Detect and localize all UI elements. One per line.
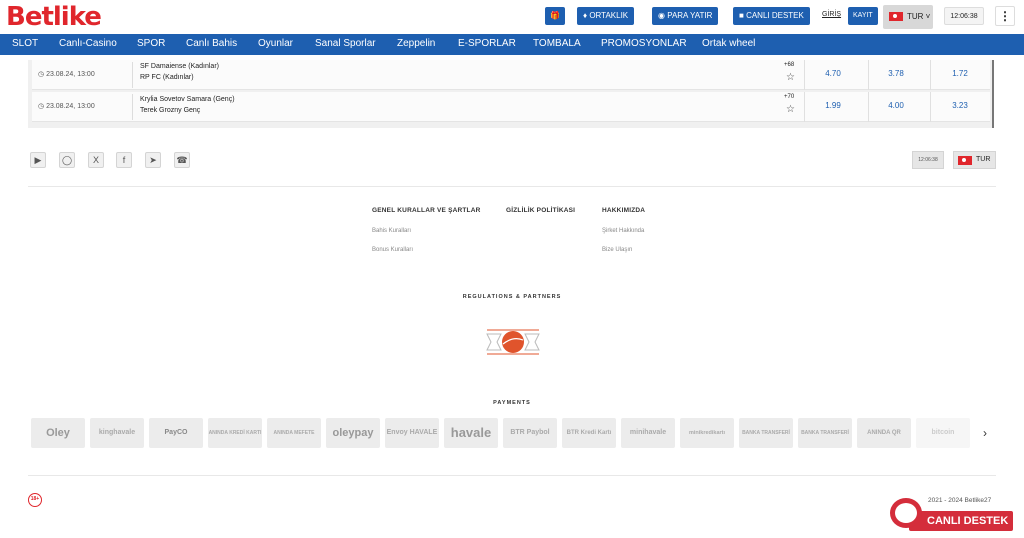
- payment-logo[interactable]: BANKA TRANSFERİ: [798, 418, 852, 448]
- payment-logo[interactable]: minikredikartı: [680, 418, 734, 448]
- nav-item[interactable]: Oyunlar: [258, 38, 293, 49]
- para-yatir-button[interactable]: ◉ PARA YATIR: [652, 7, 719, 25]
- payment-logo[interactable]: ANINDA MEFETE: [267, 418, 321, 448]
- age-18-badge: 18+: [28, 493, 42, 507]
- match-row[interactable]: ◷ 23.08.24, 13:00 SF Damaiense (Kadınlar…: [32, 60, 990, 90]
- home-team: SF Damaiense (Kadınlar): [140, 63, 219, 70]
- footer-clock: 12:06:38: [912, 151, 944, 169]
- clock-icon: ◷: [38, 103, 47, 110]
- odd-x[interactable]: 4.00: [866, 101, 926, 110]
- odd-2[interactable]: 1.72: [930, 69, 990, 78]
- odd-1[interactable]: 1.99: [803, 101, 863, 110]
- youtube-icon[interactable]: ▶: [30, 152, 46, 168]
- turkey-flag-icon: [889, 12, 903, 21]
- chevron-down-icon: ˅: [923, 12, 931, 21]
- divider: [132, 62, 133, 88]
- nav-item[interactable]: SLOT: [12, 38, 38, 49]
- payment-logo[interactable]: ANINDA QR: [857, 418, 911, 448]
- away-team: RP FC (Kadınlar): [140, 74, 194, 81]
- regulations-title: REGULATIONS & PARTNERS: [462, 294, 562, 300]
- footer-col-title[interactable]: HAKKIMIZDA: [602, 207, 645, 214]
- gift-icon[interactable]: 🎁: [545, 7, 565, 25]
- support-icon: ■: [739, 11, 747, 20]
- match-date: ◷ 23.08.24, 13:00: [38, 103, 95, 110]
- odd-2[interactable]: 3.23: [930, 101, 990, 110]
- main-nav: SLOT Canlı-Casino SPOR Canlı Bahis Oyunl…: [0, 34, 1024, 55]
- footer-col-title[interactable]: GENEL KURALLAR VE ŞARTLAR: [372, 207, 481, 214]
- chevron-right-icon[interactable]: ›: [974, 418, 996, 448]
- payments-title: PAYMENTS: [493, 400, 531, 406]
- payment-logo[interactable]: kinghavale: [90, 418, 144, 448]
- divider: [132, 94, 133, 120]
- wallet-icon: ◉: [658, 11, 668, 20]
- payment-logo[interactable]: Envoy HAVALE: [385, 418, 439, 448]
- ortaklik-button[interactable]: ♦ ORTAKLIK: [577, 7, 635, 25]
- nav-item[interactable]: Ortak wheel: [702, 38, 755, 49]
- payment-logo[interactable]: minihavale: [621, 418, 675, 448]
- more-markets[interactable]: +68: [784, 62, 794, 68]
- footer-language-select[interactable]: TUR: [953, 151, 996, 169]
- nav-item[interactable]: Canlı Bahis: [186, 38, 237, 49]
- match-row[interactable]: ◷ 23.08.24, 13:00 Krylia Sovetov Samara …: [32, 92, 990, 122]
- language-select[interactable]: TUR ˅: [883, 5, 933, 29]
- payment-logo[interactable]: havale: [444, 418, 498, 448]
- more-markets[interactable]: +70: [784, 94, 794, 100]
- payment-logo[interactable]: BTR Kredi Kartı: [562, 418, 616, 448]
- facebook-icon[interactable]: f: [116, 152, 132, 168]
- nav-item[interactable]: TOMBALA: [533, 38, 581, 49]
- payment-logo[interactable]: BTR Paybol: [503, 418, 557, 448]
- footer-col-title[interactable]: GİZLİLİK POLİTİKASI: [506, 207, 575, 214]
- away-team: Terek Grozny Genç: [140, 107, 201, 114]
- footer-link[interactable]: Bahis Kuralları: [372, 228, 411, 234]
- home-team: Krylia Sovetov Samara (Genç): [140, 96, 235, 103]
- canli-destek-button[interactable]: ■ CANLI DESTEK: [733, 7, 810, 25]
- divider: [28, 475, 996, 476]
- payment-logo[interactable]: BANKA TRANSFERİ: [739, 418, 793, 448]
- more-menu-icon[interactable]: ⋮: [995, 6, 1015, 26]
- nav-item[interactable]: Zeppelin: [397, 38, 435, 49]
- instagram-icon[interactable]: ◯: [59, 152, 75, 168]
- footer-link[interactable]: Şirket Hakkında: [602, 228, 644, 234]
- payment-logo[interactable]: bitcoin: [916, 418, 970, 448]
- payment-logo[interactable]: Oley: [31, 418, 85, 448]
- match-list: ◷ 23.08.24, 13:00 SF Damaiense (Kadınlar…: [28, 60, 994, 128]
- payment-logo[interactable]: oleypay: [326, 418, 380, 448]
- live-support-widget[interactable]: CANLI DESTEK: [883, 498, 1018, 536]
- live-support-label: CANLI DESTEK: [909, 511, 1013, 531]
- clock-icon: ◷: [38, 71, 47, 78]
- x-twitter-icon[interactable]: X: [88, 152, 104, 168]
- payment-logo[interactable]: ANINDA KREDİ KARTI: [208, 418, 262, 448]
- kayit-button[interactable]: KAYIT: [848, 7, 878, 25]
- nav-item[interactable]: PROMOSYONLAR: [601, 38, 687, 49]
- whatsapp-icon[interactable]: ☎: [174, 152, 190, 168]
- nav-item[interactable]: SPOR: [137, 38, 165, 49]
- turkey-flag-icon: [958, 156, 972, 165]
- chat-bubble-icon: [890, 498, 922, 528]
- payment-logo[interactable]: PayCO: [149, 418, 203, 448]
- divider: [28, 186, 996, 187]
- top-bar: Betlike 🎁 ♦ ORTAKLIK ◉ PARA YATIR ■ CANL…: [0, 0, 1024, 34]
- footer-link[interactable]: Bize Ulaşın: [602, 247, 632, 253]
- nav-item[interactable]: E-SPORLAR: [458, 38, 516, 49]
- giris-link[interactable]: GİRİŞ: [822, 11, 841, 18]
- odd-x[interactable]: 3.78: [866, 69, 926, 78]
- favorite-star-icon[interactable]: ☆: [786, 72, 795, 83]
- nav-item[interactable]: Sanal Sporlar: [315, 38, 376, 49]
- telegram-icon[interactable]: ➤: [145, 152, 161, 168]
- header-clock: 12:06:38: [944, 7, 984, 25]
- partner-badge-icon[interactable]: [485, 322, 541, 362]
- favorite-star-icon[interactable]: ☆: [786, 104, 795, 115]
- footer-link[interactable]: Bonus Kuralları: [372, 247, 413, 253]
- site-logo[interactable]: Betlike: [6, 2, 102, 32]
- nav-item[interactable]: Canlı-Casino: [59, 38, 117, 49]
- match-date: ◷ 23.08.24, 13:00: [38, 71, 95, 78]
- odd-1[interactable]: 4.70: [803, 69, 863, 78]
